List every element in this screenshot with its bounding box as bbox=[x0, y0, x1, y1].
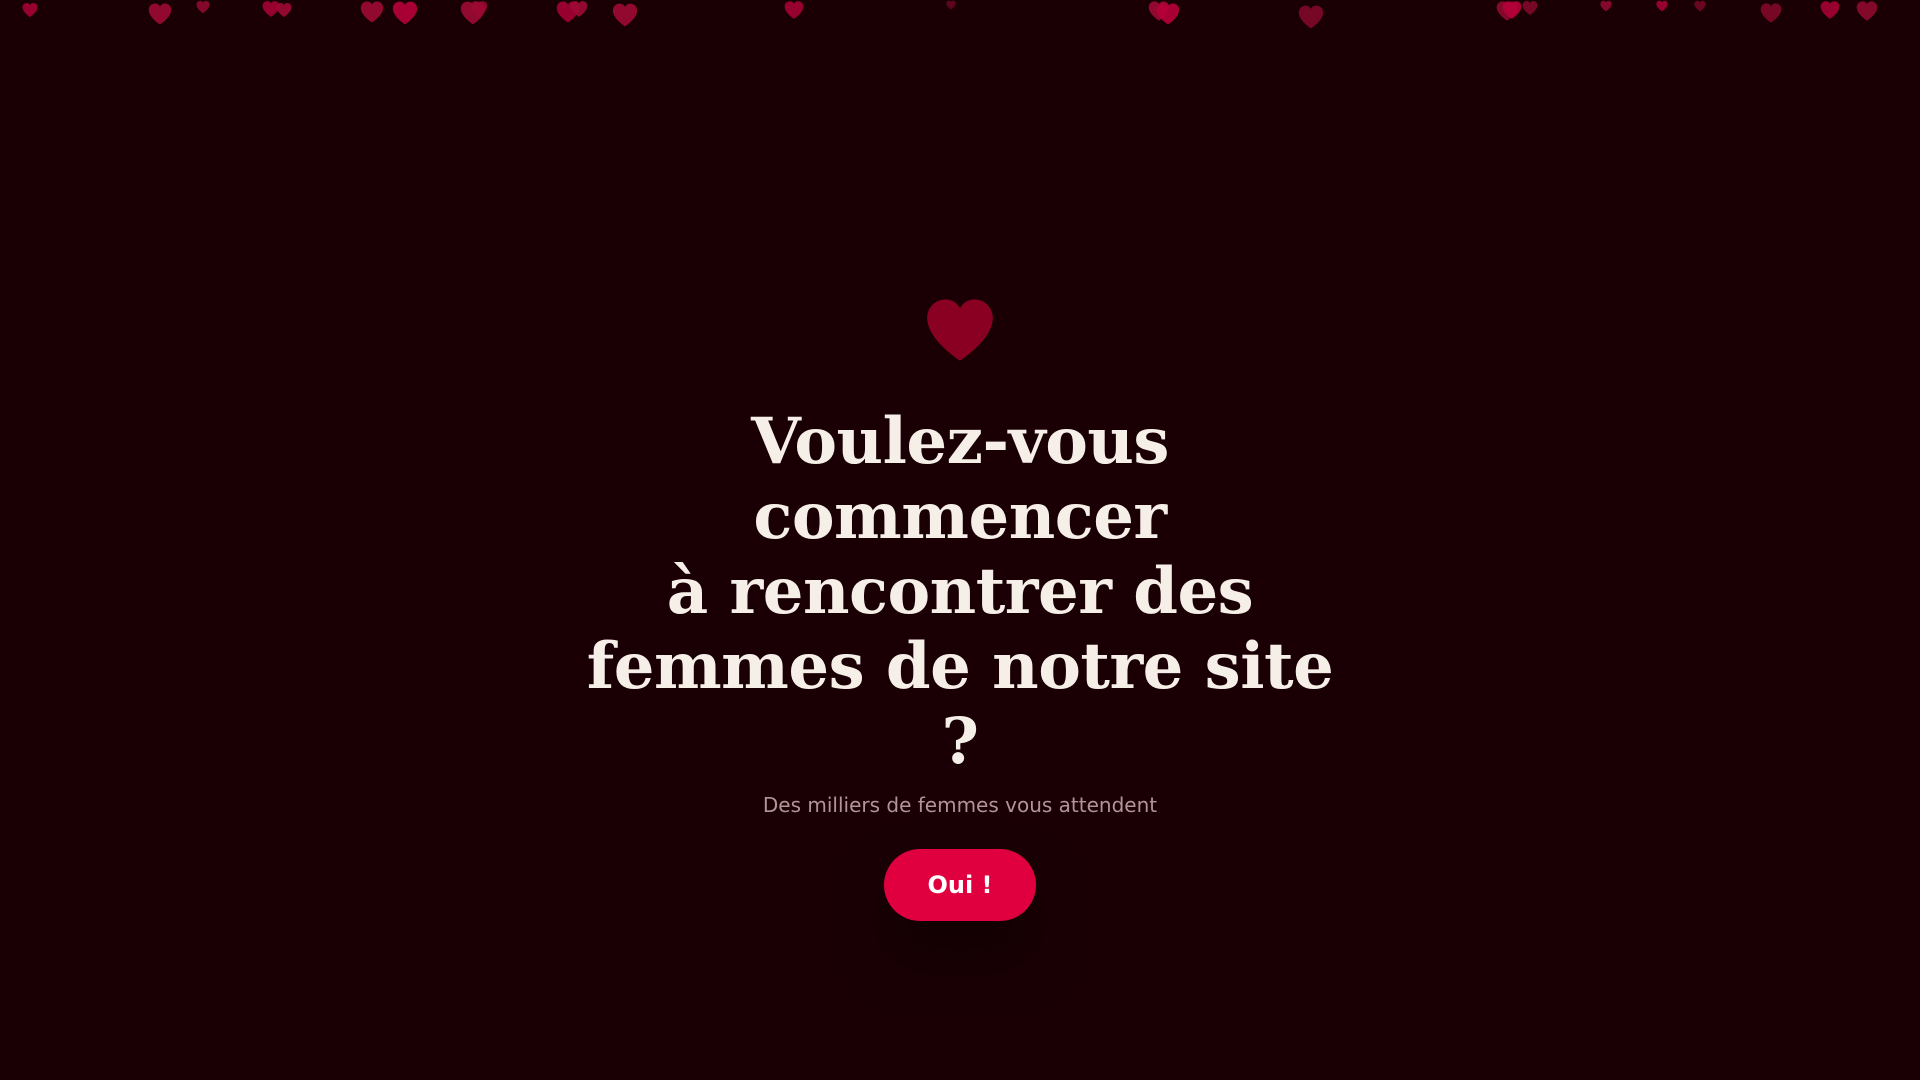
heart-icon bbox=[1856, 0, 1878, 22]
heart-icon bbox=[22, 2, 38, 18]
heart-icon bbox=[925, 296, 995, 364]
heart-icon bbox=[1522, 0, 1538, 16]
heart-icon bbox=[1502, 0, 1522, 20]
heart-icon bbox=[612, 2, 638, 28]
heart-icon bbox=[570, 0, 588, 18]
heart-icon bbox=[784, 0, 804, 20]
heart-icon bbox=[1656, 0, 1668, 12]
heart-icon bbox=[392, 0, 418, 26]
heart-icon bbox=[262, 0, 280, 18]
heart-icon bbox=[148, 2, 172, 26]
heart-icon bbox=[1298, 4, 1324, 30]
heart-icon bbox=[460, 0, 486, 26]
heart-icon bbox=[1148, 0, 1170, 22]
heart-icon bbox=[196, 0, 210, 14]
falling-hearts-decoration bbox=[0, 0, 1920, 40]
heart-icon bbox=[1600, 0, 1612, 12]
title-line-1: Voulez-vous commencer bbox=[751, 404, 1169, 554]
subtitle: Des milliers de femmes vous attendent bbox=[762, 793, 1158, 817]
heart-icon bbox=[1760, 2, 1782, 24]
heart-icon bbox=[360, 0, 384, 24]
heart-icon bbox=[276, 2, 292, 18]
hero-section: Voulez-vous commencer à rencontrer des f… bbox=[0, 296, 1920, 921]
heart-icon bbox=[1156, 2, 1180, 26]
heart-icon bbox=[1820, 0, 1840, 20]
heart-icon bbox=[1496, 0, 1518, 22]
heart-icon bbox=[1694, 0, 1706, 12]
page-title: Voulez-vous commencer à rencontrer des f… bbox=[580, 404, 1340, 779]
heart-icon bbox=[946, 0, 956, 10]
title-line-3: femmes de notre site ? bbox=[586, 629, 1334, 779]
heart-icon bbox=[556, 0, 580, 24]
yes-button[interactable]: Oui ! bbox=[884, 849, 1036, 921]
cta-container: Oui ! bbox=[0, 849, 1920, 921]
heart-icon bbox=[470, 0, 488, 18]
title-line-2: à rencontrer des bbox=[666, 554, 1254, 629]
